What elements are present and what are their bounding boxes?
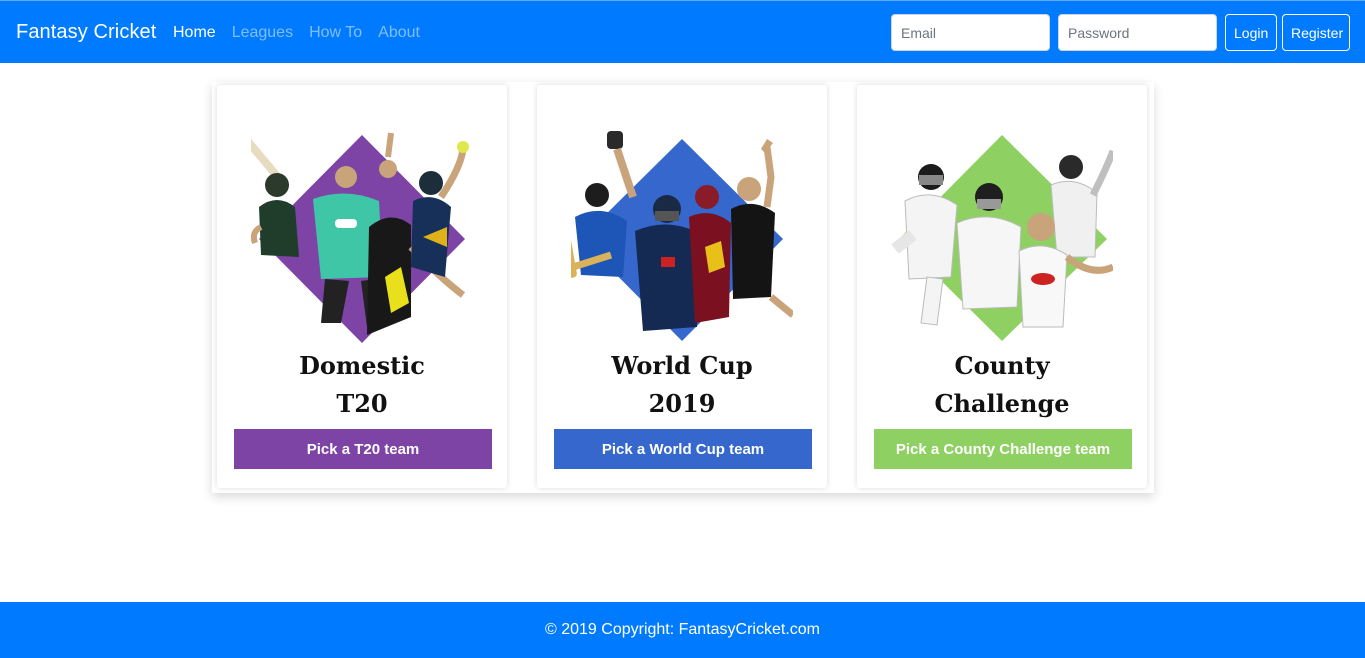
nav-link-how-to[interactable]: How To bbox=[309, 24, 362, 42]
card-title-line1: Domestic bbox=[299, 351, 425, 380]
pick-t20-team-button[interactable]: Pick a T20 team bbox=[234, 429, 492, 469]
login-form: Login Register bbox=[891, 14, 1350, 51]
login-button[interactable]: Login bbox=[1225, 14, 1277, 51]
copyright-text: © 2019 Copyright: FantasyCricket.com bbox=[544, 621, 820, 638]
card-title-line1: County bbox=[954, 351, 1050, 380]
register-button[interactable]: Register bbox=[1282, 14, 1350, 51]
card-title-line2: 2019 bbox=[648, 389, 716, 418]
world-cup-players-diamond-icon bbox=[571, 131, 793, 341]
password-input[interactable] bbox=[1058, 14, 1217, 51]
nav-link-home[interactable]: Home bbox=[173, 24, 216, 42]
card-title-line2: T20 bbox=[336, 389, 388, 418]
card-title-line2: Challenge bbox=[934, 389, 1070, 418]
card-title: World Cup 2019 bbox=[537, 347, 827, 423]
nav-links: Home Leagues How To About bbox=[173, 24, 436, 42]
card-county-challenge: County Challenge Pick a County Challenge… bbox=[857, 85, 1147, 488]
card-domestic-t20: Domestic T20 Pick a T20 team bbox=[217, 85, 507, 488]
nav-link-about[interactable]: About bbox=[378, 24, 420, 42]
county-players-diamond-icon bbox=[891, 135, 1113, 341]
brand-logo[interactable]: Fantasy Cricket bbox=[16, 21, 156, 44]
card-title: County Challenge bbox=[857, 347, 1147, 423]
top-navbar: Fantasy Cricket Home Leagues How To Abou… bbox=[0, 0, 1365, 63]
nav-link-leagues[interactable]: Leagues bbox=[232, 24, 293, 42]
pick-world-cup-team-button[interactable]: Pick a World Cup team bbox=[554, 429, 812, 469]
pick-county-challenge-team-button[interactable]: Pick a County Challenge team bbox=[874, 429, 1132, 469]
t20-players-diamond-icon bbox=[251, 132, 469, 343]
footer: © 2019 Copyright: FantasyCricket.com bbox=[0, 602, 1365, 658]
card-world-cup-2019: World Cup 2019 Pick a World Cup team bbox=[537, 85, 827, 488]
card-title-line1: World Cup bbox=[611, 351, 753, 380]
card-title: Domestic T20 bbox=[217, 347, 507, 423]
email-input[interactable] bbox=[891, 14, 1050, 51]
